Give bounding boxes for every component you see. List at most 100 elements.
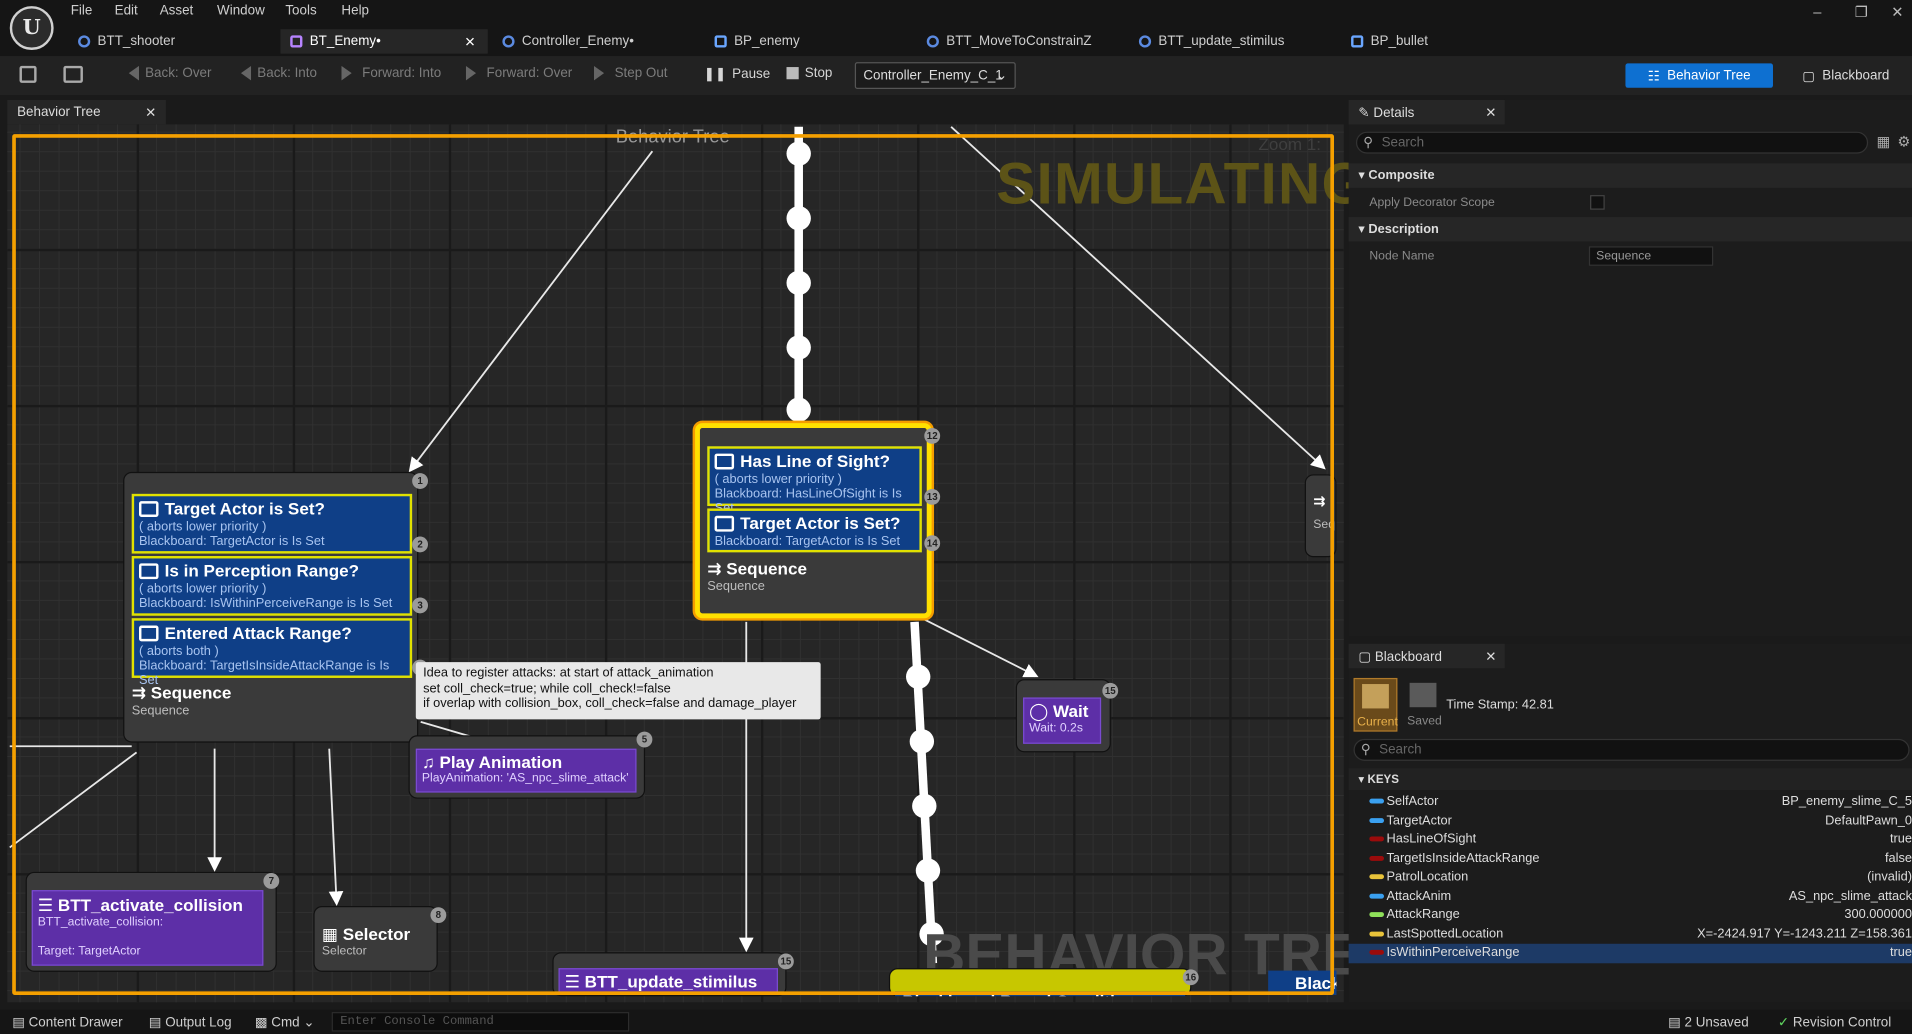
blackboard-key-row[interactable]: LastSpottedLocation X=-2424.917 Y=-1243.2…: [1349, 925, 1912, 944]
blackboard-key-row[interactable]: AttackAnim AS_npc_slime_attack: [1349, 887, 1912, 906]
sequence-node-center[interactable]: Has Line of Sight? ( aborts lower priori…: [695, 423, 941, 619]
apply-decorator-scope-checkbox[interactable]: [1590, 195, 1605, 210]
current-label: Current: [1357, 715, 1398, 730]
execution-order-badge: 13: [924, 488, 941, 505]
content-drawer-button[interactable]: ▤ Content Drawer: [12, 1014, 122, 1031]
decorator-title: Target Actor is Set?: [164, 498, 325, 519]
tab-blackboard[interactable]: ▢ Blackboard ✕: [1348, 643, 1505, 669]
console-input[interactable]: Enter Console Command: [331, 1012, 630, 1032]
console-icon: ▩: [254, 1015, 268, 1031]
flow-dot: [786, 397, 811, 422]
decorator-target-actor-set-center[interactable]: Target Actor is Set? Blackboard: TargetA…: [707, 508, 922, 553]
execution-order-badge: 5: [636, 731, 653, 748]
keys-section[interactable]: ▾ KEYS: [1348, 768, 1912, 791]
node-subtitle: Sequence: [131, 703, 190, 719]
decorator-in-perception-range[interactable]: Is in Perception Range? ( aborts lower p…: [131, 556, 413, 616]
blackboard-node-partial[interactable]: Black: [1268, 970, 1337, 995]
details-panel: ✎ Details ✕ ⚲ Search ▦ ⚙ ▾ Composite Apply…: [1348, 99, 1912, 637]
comment-line: if overlap with collision_box, coll_chec…: [423, 696, 797, 711]
blackboard-search-input[interactable]: ⚲ Search: [1353, 738, 1910, 761]
key-type-swatch: [1369, 949, 1385, 955]
cmd-dropdown[interactable]: ▩ Cmd ⌄: [254, 1014, 315, 1031]
execution-order-badge: 8: [430, 907, 447, 924]
current-button[interactable]: Current: [1353, 677, 1398, 732]
wait-node[interactable]: ◯ Wait Wait: 0.2s 15: [1016, 680, 1119, 752]
decorator-icon: [714, 515, 735, 532]
wait-task: ◯ Wait Wait: 0.2s: [1023, 697, 1102, 744]
node-subtitle: BTT_activate_collision:: [37, 915, 164, 930]
sequence-icon: ⇉: [707, 558, 722, 578]
details-search-input[interactable]: ⚲ Search: [1355, 131, 1869, 154]
decorator-abort-mode: ( aborts both ): [139, 643, 219, 659]
settings-gear-icon[interactable]: ⚙: [1897, 133, 1910, 150]
section-description[interactable]: ▾ Description: [1348, 217, 1912, 242]
search-placeholder: Search: [1379, 742, 1422, 758]
decorator-title: Has Line of Sight?: [740, 451, 891, 471]
blackboard-key-row[interactable]: TargetIsInsideAttackRange false: [1349, 849, 1912, 868]
update-stimilus-node[interactable]: ☰ BTT_update_stimilus 15: [553, 953, 794, 995]
sequence-icon: ⇉: [131, 682, 147, 703]
decorator-entered-attack-range[interactable]: Entered Attack Range? ( aborts both ) Bl…: [131, 618, 413, 688]
blackboard-key-row[interactable]: HasLineOfSight true: [1349, 830, 1912, 849]
key-value: false: [1884, 850, 1912, 866]
sequence-body: ⇉ Sequence Sequence: [131, 682, 412, 719]
key-value: AS_npc_slime_attack: [1788, 888, 1912, 903]
decorator-icon: [139, 501, 159, 518]
node-title: Wait: [1053, 701, 1089, 721]
key-type-swatch: [1369, 912, 1385, 917]
node-subtitle: Selector: [321, 944, 367, 959]
cmd-label: Cmd: [271, 1015, 300, 1031]
selector-node[interactable]: ▦ Selector Selector 8: [314, 907, 447, 971]
blackboard-key-row-selected[interactable]: IsWithinPerceiveRange true: [1348, 943, 1912, 963]
decorator-abort-mode: ( aborts lower priority ): [139, 519, 267, 535]
blackboard-key-row[interactable]: PatrolLocation (invalid): [1349, 868, 1912, 887]
decorator-condition: Blackboard: TargetActor is Is Set: [714, 534, 901, 549]
property-matrix-icon[interactable]: ▦: [1877, 133, 1891, 150]
node-target: Target: TargetActor: [37, 944, 141, 959]
saved-board-icon: [1409, 682, 1437, 708]
unsaved-indicator[interactable]: ▤ 2 Unsaved: [1668, 1014, 1749, 1031]
node-subtitle: Sequ: [1313, 518, 1335, 532]
sequence-node-right-partial[interactable]: ⇉ Sequ: [1305, 475, 1336, 557]
flow-dot: [915, 858, 941, 883]
blackboard-key-row[interactable]: SelfActor BP_enemy_slime_C_5: [1349, 793, 1912, 812]
node-name-field[interactable]: Sequence: [1588, 246, 1714, 266]
key-type-swatch: [1369, 893, 1385, 899]
output-log-button[interactable]: ▤ Output Log: [149, 1014, 232, 1031]
decorator-icon: [714, 453, 735, 470]
blackboard-key-row[interactable]: TargetActor DefaultPawn_0: [1349, 811, 1912, 830]
revision-control-button[interactable]: ✓ Revision Control: [1777, 1014, 1891, 1031]
blackboard-close-icon[interactable]: ✕: [1485, 649, 1496, 665]
key-value: BP_enemy_slime_C_5: [1781, 793, 1912, 809]
comment-bubble[interactable]: Idea to register attacks: at start of at…: [415, 662, 821, 720]
selector-body: ▦ Selector Selector: [322, 924, 410, 958]
section-composite[interactable]: ▾ Composite: [1348, 163, 1912, 188]
saved-button[interactable]: Saved: [1405, 678, 1449, 732]
content-drawer-icon: ▤: [12, 1015, 25, 1031]
comment-line: Idea to register attacks: at start of at…: [423, 665, 714, 681]
sequence-body: ⇉ Sequence Sequence: [707, 557, 922, 593]
details-close-icon[interactable]: ✕: [1485, 105, 1496, 121]
decorator-target-actor-set[interactable]: Target Actor is Set? ( aborts lower prio…: [131, 493, 413, 554]
activate-collision-node[interactable]: ☰ BTT_activate_collision BTT_activate_co…: [26, 873, 280, 971]
key-value: true: [1889, 944, 1912, 960]
key-value: 300.000000: [1844, 907, 1912, 922]
flow-dot: [786, 206, 811, 231]
sequence-node-left[interactable]: Target Actor is Set? ( aborts lower prio…: [124, 473, 429, 742]
key-name: AttackAnim: [1386, 888, 1452, 903]
decorator-title: Entered Attack Range?: [164, 623, 352, 643]
expand-arrow-icon: ▾: [1358, 168, 1365, 183]
saved-label: Saved: [1407, 714, 1442, 728]
bb-condition-node[interactable]: Blackboard Based Condition 16: [890, 969, 1199, 997]
tab-details[interactable]: ✎ Details ✕: [1348, 99, 1505, 125]
wire-to-wait: [923, 618, 1039, 678]
decorator-has-line-of-sight[interactable]: Has Line of Sight? ( aborts lower priori…: [707, 446, 922, 516]
flow-dot: [906, 664, 931, 689]
key-type-swatch: [1369, 817, 1385, 823]
decorator-icon: [139, 563, 159, 580]
blackboard-key-row[interactable]: AttackRange 300.000000: [1349, 906, 1912, 925]
keys-label: KEYS: [1367, 773, 1400, 787]
revision-control-icon: ✓: [1777, 1015, 1790, 1031]
play-animation-node[interactable]: ♫ Play Animation PlayAnimation: 'AS_npc_…: [409, 731, 653, 798]
node-name-value: Sequence: [1596, 249, 1652, 264]
